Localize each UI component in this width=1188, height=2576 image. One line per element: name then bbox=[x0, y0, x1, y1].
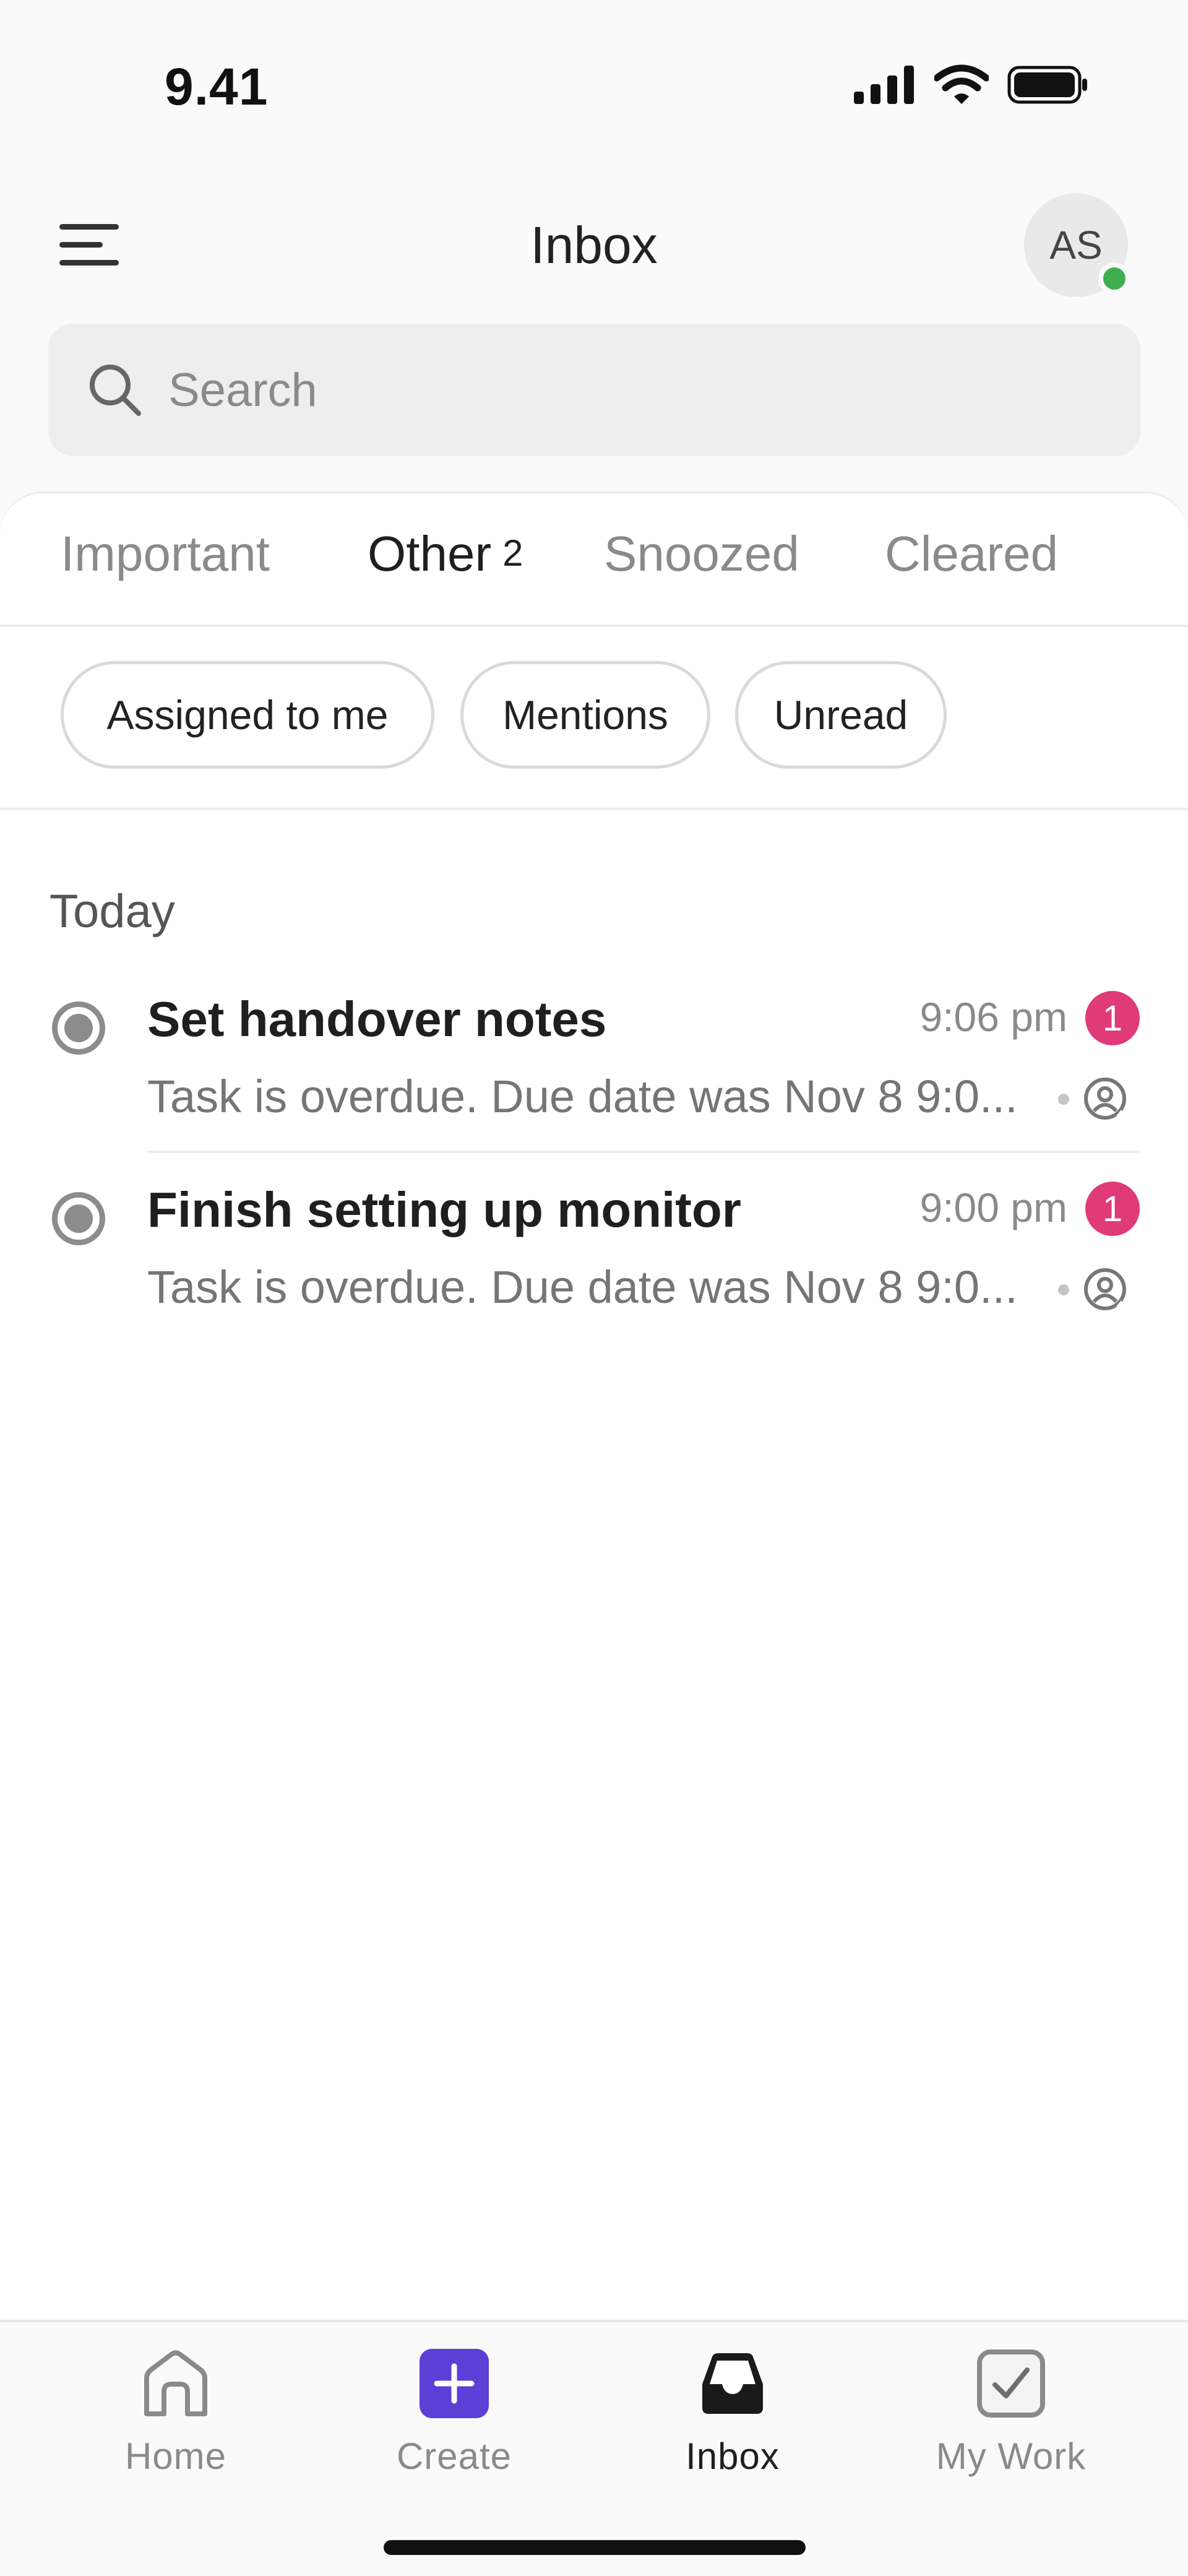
tab-bar: Important Other 2 Snoozed Cleared bbox=[0, 493, 1188, 627]
item-subtitle: Task is overdue. Due date was Nov 8 9:0.… bbox=[147, 1261, 1018, 1313]
search-input[interactable] bbox=[167, 362, 1095, 418]
signal-icon bbox=[854, 66, 914, 104]
item-divider bbox=[147, 1151, 1140, 1153]
assigned-user-icon bbox=[1084, 1268, 1126, 1310]
tab-label: Cleared bbox=[885, 526, 1059, 581]
item-subtitle: Task is overdue. Due date was Nov 8 9:0.… bbox=[147, 1071, 1018, 1122]
check-square-icon bbox=[973, 2346, 1049, 2421]
page-title: Inbox bbox=[530, 216, 658, 274]
separator-dot bbox=[1058, 1094, 1069, 1105]
content-sheet: Important Other 2 Snoozed Cleared Assigne… bbox=[0, 491, 1188, 2320]
nav-create[interactable]: Create bbox=[337, 2346, 572, 2494]
unread-badge: 1 bbox=[1085, 1182, 1140, 1236]
online-status-indicator bbox=[1098, 262, 1130, 295]
nav-label: Create bbox=[396, 2436, 512, 2477]
chip-label: Mentions bbox=[502, 692, 668, 738]
item-time: 9:00 pm bbox=[919, 1185, 1067, 1230]
tab-label: Other bbox=[368, 526, 492, 581]
item-title: Finish setting up monitor bbox=[147, 1182, 741, 1237]
nav-label: Inbox bbox=[686, 2436, 780, 2477]
filter-chips: Assigned to me Mentions Unread bbox=[0, 627, 1188, 810]
inbox-screen: 9.41 Inbox AS Search Important Other 2 S… bbox=[0, 0, 1188, 2576]
wifi-icon bbox=[934, 64, 989, 104]
plus-icon bbox=[416, 2346, 492, 2421]
inbox-item[interactable]: Set handover notes 9:06 pm 1 Task is ove… bbox=[0, 967, 1188, 1153]
radio-dot bbox=[64, 1204, 93, 1233]
tab-other[interactable]: Other 2 bbox=[368, 525, 523, 582]
tab-cleared[interactable]: Cleared bbox=[885, 525, 1058, 582]
status-time: 9.41 bbox=[165, 58, 269, 116]
tab-label: Important bbox=[61, 526, 270, 581]
nav-home[interactable]: Home bbox=[58, 2346, 293, 2494]
nav-inbox[interactable]: Inbox bbox=[615, 2346, 850, 2494]
assigned-user-icon bbox=[1084, 1078, 1126, 1120]
unread-badge: 1 bbox=[1085, 991, 1140, 1045]
tab-count: 2 bbox=[502, 532, 523, 574]
section-title-today: Today bbox=[50, 885, 175, 938]
filter-chip-assigned-to-me[interactable]: Assigned to me bbox=[61, 661, 434, 769]
tab-label: Snoozed bbox=[604, 526, 799, 581]
search-bar[interactable] bbox=[48, 324, 1140, 456]
nav-label: My Work bbox=[936, 2436, 1087, 2477]
tab-snoozed[interactable]: Snoozed bbox=[604, 525, 799, 582]
avatar[interactable]: AS bbox=[1024, 193, 1130, 297]
search-icon bbox=[90, 365, 141, 416]
home-indicator[interactable] bbox=[384, 2540, 806, 2555]
item-status-radio[interactable] bbox=[52, 1001, 105, 1055]
chip-label: Assigned to me bbox=[106, 692, 389, 738]
tab-important[interactable]: Important bbox=[61, 525, 270, 582]
separator-dot bbox=[1058, 1284, 1069, 1295]
status-icons bbox=[854, 64, 1089, 105]
item-title: Set handover notes bbox=[147, 992, 607, 1047]
nav-label: Home bbox=[124, 2436, 227, 2477]
inbox-icon bbox=[695, 2346, 770, 2421]
status-bar: 9.41 bbox=[0, 0, 1188, 161]
avatar-initials: AS bbox=[1049, 223, 1103, 267]
chip-label: Unread bbox=[773, 692, 908, 738]
filter-chip-mentions[interactable]: Mentions bbox=[460, 661, 710, 769]
item-time: 9:06 pm bbox=[919, 994, 1067, 1040]
radio-dot bbox=[64, 1014, 93, 1042]
inbox-item[interactable]: Finish setting up monitor 9:00 pm 1 Task… bbox=[0, 1158, 1188, 1344]
filter-chip-unread[interactable]: Unread bbox=[735, 661, 947, 769]
battery-icon bbox=[1007, 66, 1087, 104]
bottom-nav: Home Create Inbox My Work bbox=[0, 2320, 1188, 2576]
nav-my-work[interactable]: My Work bbox=[893, 2346, 1129, 2494]
home-icon bbox=[138, 2346, 213, 2421]
item-status-radio[interactable] bbox=[52, 1192, 105, 1245]
